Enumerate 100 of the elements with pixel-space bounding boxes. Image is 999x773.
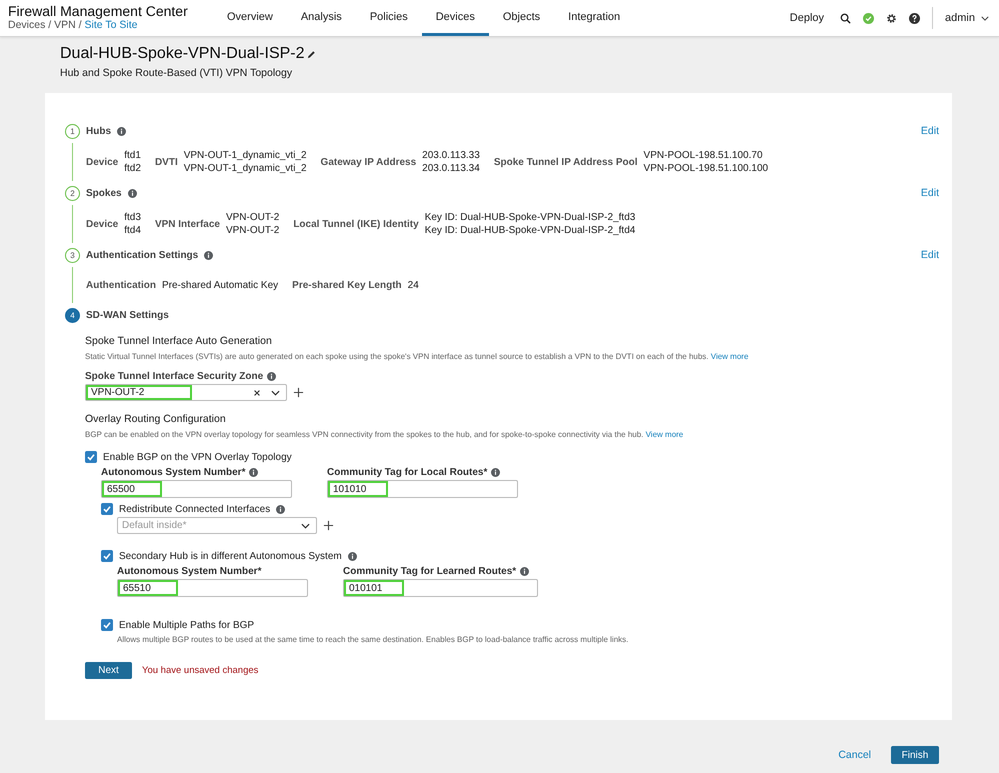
detail-value: VPN-POOL-198.51.100.100 xyxy=(644,162,768,175)
unsaved-changes-message: You have unsaved changes xyxy=(142,665,258,676)
input-field[interactable]: 010101 xyxy=(343,579,538,597)
page-title: Dual-HUB-Spoke-VPN-Dual-ISP-2 xyxy=(60,45,305,63)
field-label: Autonomous System Number* xyxy=(101,467,246,478)
info-icon xyxy=(267,372,276,381)
option-description: Allows multiple BGP routes to be used at the same time to reach the same destination. Enables BGP to load-balance traffic across multiple links. xyxy=(117,635,630,644)
user-menu[interactable]: admin xyxy=(945,12,975,24)
view-more-link[interactable]: View more xyxy=(710,352,748,361)
chevron-down-icon[interactable] xyxy=(271,390,280,396)
field-label: Community Tag for Local Routes* xyxy=(327,467,488,478)
info-icon xyxy=(249,468,258,477)
field-value: 65500 xyxy=(102,481,162,497)
chevron-down-icon[interactable] xyxy=(981,16,989,20)
field-value: 65510 xyxy=(118,580,178,596)
checkbox[interactable] xyxy=(101,503,113,515)
detail-value: VPN-OUT-1_dynamic_vti_2 xyxy=(184,149,307,162)
step-title: Authentication Settings xyxy=(86,250,198,260)
field-value: VPN-OUT-2 xyxy=(86,385,192,400)
nav-tab[interactable]: Devices xyxy=(422,0,489,36)
detail-value: VPN-POOL-198.51.100.70 xyxy=(644,149,764,162)
input-field[interactable]: 65500 xyxy=(101,480,292,498)
app-title: Firewall Management Center xyxy=(8,3,189,19)
info-icon xyxy=(520,567,530,576)
info-icon xyxy=(117,126,126,136)
detail-value: VPN-OUT-2 xyxy=(226,224,280,237)
field-value: 101010 xyxy=(328,481,388,497)
add-icon[interactable] xyxy=(323,520,334,531)
status-check-icon[interactable] xyxy=(863,12,874,24)
detail-label: DVTI xyxy=(154,156,178,168)
input-field[interactable]: 101010 xyxy=(327,480,518,498)
detail-value: ftd4 xyxy=(124,224,141,237)
detail-label: Local Tunnel (IKE) Identity xyxy=(293,218,419,230)
detail-value: ftd2 xyxy=(124,162,141,175)
section-description: Static Virtual Tunnel Interfaces (SVTIs) are auto generated on each spoke using the spoke's VPN interface as tunnel source to establish a VPN to the DVTI on each of the hubs. View more xyxy=(85,352,750,361)
deploy-link[interactable]: Deploy xyxy=(790,12,824,24)
pencil-icon[interactable] xyxy=(306,50,316,58)
detail-label: VPN Interface xyxy=(154,218,220,230)
page-subtitle: Hub and Spoke Route-Based (VTI) VPN Topology xyxy=(60,67,294,79)
checkbox[interactable] xyxy=(85,451,97,463)
checkbox-label: Enable BGP on the VPN Overlay Topology xyxy=(103,452,292,462)
breadcrumb-link[interactable]: Site To Site xyxy=(84,19,138,31)
security-zone-select[interactable]: VPN-OUT-2 xyxy=(85,384,287,401)
detail-value: 24 xyxy=(408,278,419,292)
section-description: BGP can be enabled on the VPN overlay topology for seamless VPN connectivity from the spokes to the hub, and for spoke-to-spoke connectivity via the hub. View more xyxy=(85,430,684,439)
detail-value: Key ID: Dual-HUB-Spoke-VPN-Dual-ISP-2_ftd4 xyxy=(424,224,636,237)
help-icon[interactable] xyxy=(909,12,920,24)
detail-label: Device xyxy=(86,156,118,168)
checkbox[interactable] xyxy=(101,619,113,631)
step-number: 3 xyxy=(65,248,80,262)
detail-value: 203.0.113.33 xyxy=(422,149,480,162)
nav-tab[interactable]: Integration xyxy=(554,0,634,36)
checkbox-label: Secondary Hub is in different Autonomous System xyxy=(119,550,342,562)
breadcrumb-path[interactable]: Devices / VPN / xyxy=(8,19,82,31)
field-label: Autonomous System Number* xyxy=(117,566,262,577)
info-icon xyxy=(204,250,214,260)
cancel-button[interactable]: Cancel xyxy=(832,746,877,764)
nav-tab[interactable]: Overview xyxy=(213,0,287,36)
checkbox-label: Enable Multiple Paths for BGP xyxy=(119,620,254,630)
chevron-down-icon[interactable] xyxy=(301,522,310,528)
edit-link[interactable]: Edit xyxy=(920,249,939,261)
step-title: Hubs xyxy=(86,126,111,136)
detail-label: Device xyxy=(86,218,118,230)
edit-link[interactable]: Edit xyxy=(920,187,939,199)
view-more-link[interactable]: View more xyxy=(646,430,684,439)
field-label: Community Tag for Learned Routes* xyxy=(343,566,516,577)
edit-link[interactable]: Edit xyxy=(920,125,939,137)
info-icon xyxy=(128,188,137,198)
input-field[interactable]: 65510 xyxy=(117,579,308,597)
placeholder-text: Default inside* xyxy=(122,520,186,531)
section-heading: Spoke Tunnel Interface Auto Generation xyxy=(85,335,273,347)
add-icon[interactable] xyxy=(293,387,304,398)
detail-value: ftd3 xyxy=(124,211,141,224)
step-number: 4 xyxy=(65,308,80,322)
field-value: 010101 xyxy=(344,580,404,596)
detail-label: Authentication xyxy=(86,280,156,290)
detail-value: Pre-shared Automatic Key xyxy=(162,278,278,292)
checkbox-label: Redistribute Connected Interfaces xyxy=(119,504,270,514)
step-title: Spokes xyxy=(86,188,122,198)
detail-label: Gateway IP Address xyxy=(320,156,416,168)
search-icon[interactable] xyxy=(840,12,852,24)
step-title: SD-WAN Settings xyxy=(86,310,169,320)
detail-value: VPN-OUT-1_dynamic_vti_2 xyxy=(184,162,307,175)
info-icon xyxy=(348,552,357,560)
nav-tab[interactable]: Policies xyxy=(356,0,422,36)
nav-tab[interactable]: Analysis xyxy=(286,0,356,36)
section-heading: Overlay Routing Configuration xyxy=(85,413,227,425)
nav-tab[interactable]: Objects xyxy=(488,0,554,36)
detail-value: 203.0.113.34 xyxy=(422,162,480,175)
detail-value: ftd1 xyxy=(124,149,141,162)
next-button[interactable]: Next xyxy=(85,662,132,679)
detail-label: Pre-shared Key Length xyxy=(292,280,402,290)
step-number: 2 xyxy=(65,186,80,200)
settings-icon[interactable] xyxy=(886,12,898,24)
detail-value: VPN-OUT-2 xyxy=(226,211,280,224)
clear-icon[interactable] xyxy=(253,388,261,396)
info-icon xyxy=(276,504,286,514)
finish-button[interactable]: Finish xyxy=(891,746,939,764)
checkbox[interactable] xyxy=(101,550,113,562)
detail-value: Key ID: Dual-HUB-Spoke-VPN-Dual-ISP-2_ftd3 xyxy=(424,211,636,224)
